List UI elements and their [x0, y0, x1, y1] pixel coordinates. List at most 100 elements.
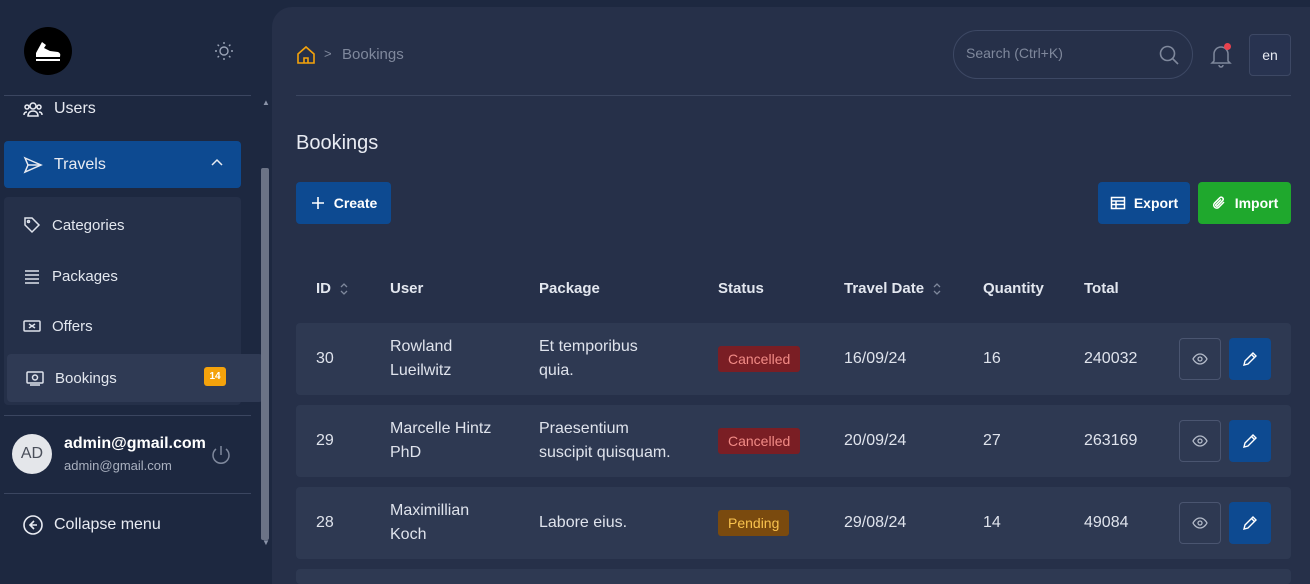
cell-travel-date: 20/09/24: [844, 432, 907, 449]
cell-total: 263169: [1084, 432, 1138, 449]
column-header-package: Package: [539, 280, 600, 297]
pencil-icon: [1243, 434, 1257, 448]
cell-package: quia.: [539, 362, 574, 379]
column-header-status: Status: [718, 280, 764, 297]
cell-package: Praesentium: [539, 420, 629, 437]
arrow-left-circle-icon: [22, 514, 44, 536]
status-badge: Cancelled: [718, 428, 801, 454]
user-profile: AD admin@gmail.com admin@gmail.com: [12, 434, 242, 476]
pencil-icon: [1243, 516, 1257, 530]
cell-user: Lueilwitz: [390, 362, 452, 379]
cell-id: 30: [316, 350, 334, 367]
notification-dot: [1224, 43, 1231, 50]
header-divider: [296, 95, 1291, 96]
eye-icon: [1192, 517, 1208, 529]
import-button[interactable]: Import: [1198, 182, 1291, 224]
create-label: Create: [333, 195, 378, 211]
table-row: 29 Marcelle Hintz PhD Praesentium suscip…: [296, 405, 1291, 477]
table-icon: [1110, 195, 1126, 211]
cell-quantity: 27: [983, 432, 1001, 449]
sort-icon[interactable]: [339, 282, 349, 296]
sidebar: Users Travels Categories Packages Offers…: [0, 0, 272, 584]
cell-package: Labore eius.: [539, 514, 628, 531]
table-row: 28 Maximillian Koch Labore eius. Pending…: [296, 487, 1291, 559]
column-header-label: ID: [316, 280, 331, 297]
paperclip-icon: [1211, 195, 1227, 211]
column-header-label: Quantity: [983, 280, 1044, 297]
column-header-id[interactable]: ID: [316, 280, 349, 297]
sidebar-item-label: Users: [54, 100, 96, 117]
create-button[interactable]: Create: [296, 182, 391, 224]
avatar[interactable]: AD: [12, 434, 52, 474]
column-header-label: User: [390, 280, 424, 297]
user-name: admin@gmail.com: [64, 435, 206, 452]
view-button[interactable]: [1179, 502, 1221, 544]
eye-icon: [1192, 353, 1208, 365]
notification-bell-icon[interactable]: [1210, 43, 1232, 68]
sidebar-item-packages[interactable]: Packages: [4, 252, 241, 300]
import-label: Import: [1234, 195, 1279, 211]
sidebar-item-bookings[interactable]: Bookings 14: [7, 354, 263, 402]
ticket-icon: [22, 316, 42, 336]
column-header-quantity: Quantity: [983, 280, 1044, 297]
column-header-user: User: [390, 280, 423, 297]
logo[interactable]: [24, 27, 72, 75]
cell-user: Rowland: [390, 338, 453, 355]
scroll-up-arrow[interactable]: ▲: [262, 98, 270, 107]
cell-user: Koch: [390, 526, 427, 543]
cell-total: 49084: [1084, 514, 1129, 531]
cell-id: 28: [316, 514, 334, 531]
pencil-icon: [1243, 352, 1257, 366]
shoe-logo-icon: [36, 42, 61, 61]
cell-package: Et temporibus: [539, 338, 638, 355]
search-box: [953, 30, 1193, 79]
breadcrumb-separator: >: [324, 46, 332, 61]
cell-quantity: 14: [983, 514, 1001, 531]
sidebar-item-label: Offers: [52, 317, 93, 335]
eye-icon: [1192, 435, 1208, 447]
edit-button[interactable]: [1229, 338, 1271, 380]
sidebar-scrollbar[interactable]: [261, 168, 269, 540]
cell-travel-date: 29/08/24: [844, 514, 907, 531]
edit-button[interactable]: [1229, 502, 1271, 544]
export-button[interactable]: Export: [1098, 182, 1190, 224]
sidebar-item-label: Packages: [52, 267, 118, 285]
chevron-up-icon: [209, 155, 225, 171]
sidebar-item-travels[interactable]: Travels: [4, 141, 241, 188]
column-header-label: Travel Date: [844, 280, 925, 297]
home-icon[interactable]: [296, 45, 316, 65]
edit-button[interactable]: [1229, 420, 1271, 462]
breadcrumb-current: Bookings: [342, 46, 404, 63]
cell-travel-date: 16/09/24: [844, 350, 907, 367]
status-badge: Cancelled: [718, 346, 801, 372]
column-header-label: Status: [718, 280, 764, 297]
sidebar-item-categories[interactable]: Categories: [4, 201, 241, 249]
collapse-menu-label: Collapse menu: [54, 516, 161, 533]
page-title: Bookings: [296, 132, 379, 154]
search-icon[interactable]: [1158, 44, 1180, 66]
search-input[interactable]: [966, 45, 1146, 61]
sidebar-divider: [4, 493, 251, 494]
main-content: > Bookings en Bookings Create Export Imp…: [272, 7, 1310, 584]
column-header-total: Total: [1084, 280, 1119, 297]
view-button[interactable]: [1179, 338, 1221, 380]
sidebar-item-offers[interactable]: Offers: [4, 302, 241, 350]
sort-icon[interactable]: [932, 282, 942, 296]
sidebar-item-users[interactable]: Users: [4, 96, 241, 122]
travels-submenu: Categories Packages Offers Bookings 14: [4, 197, 263, 405]
collapse-menu-button[interactable]: Collapse menu: [22, 514, 161, 536]
plus-icon: [310, 195, 326, 211]
cell-id: 29: [316, 432, 334, 449]
sidebar-divider: [4, 415, 251, 416]
language-button[interactable]: en: [1249, 34, 1291, 76]
scroll-down-arrow[interactable]: ▼: [262, 538, 270, 547]
cell-package: suscipit quisquam.: [539, 444, 671, 461]
column-header-travel-date[interactable]: Travel Date: [844, 280, 942, 297]
cell-user: Maximillian: [390, 502, 470, 519]
power-icon[interactable]: [209, 443, 233, 467]
cell-quantity: 16: [983, 350, 1001, 367]
cell-user: Marcelle Hintz: [390, 420, 492, 437]
view-button[interactable]: [1179, 420, 1221, 462]
theme-toggle-sun-icon[interactable]: [213, 40, 235, 62]
booking-icon: [25, 368, 45, 388]
